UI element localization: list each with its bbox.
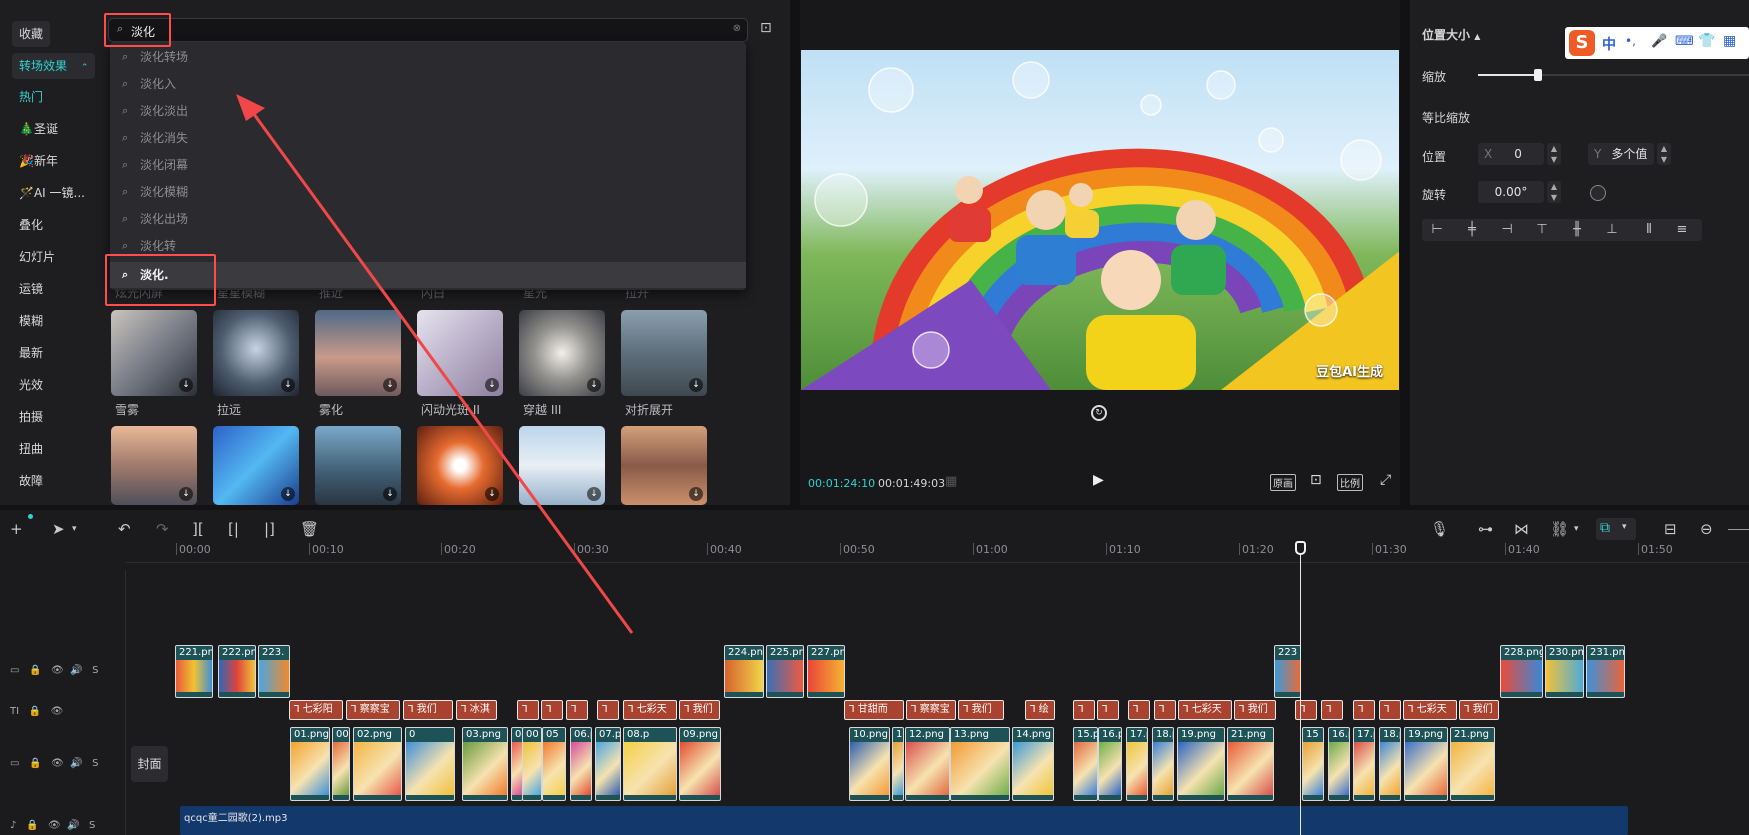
annotation-arrow: [236, 94, 634, 634]
